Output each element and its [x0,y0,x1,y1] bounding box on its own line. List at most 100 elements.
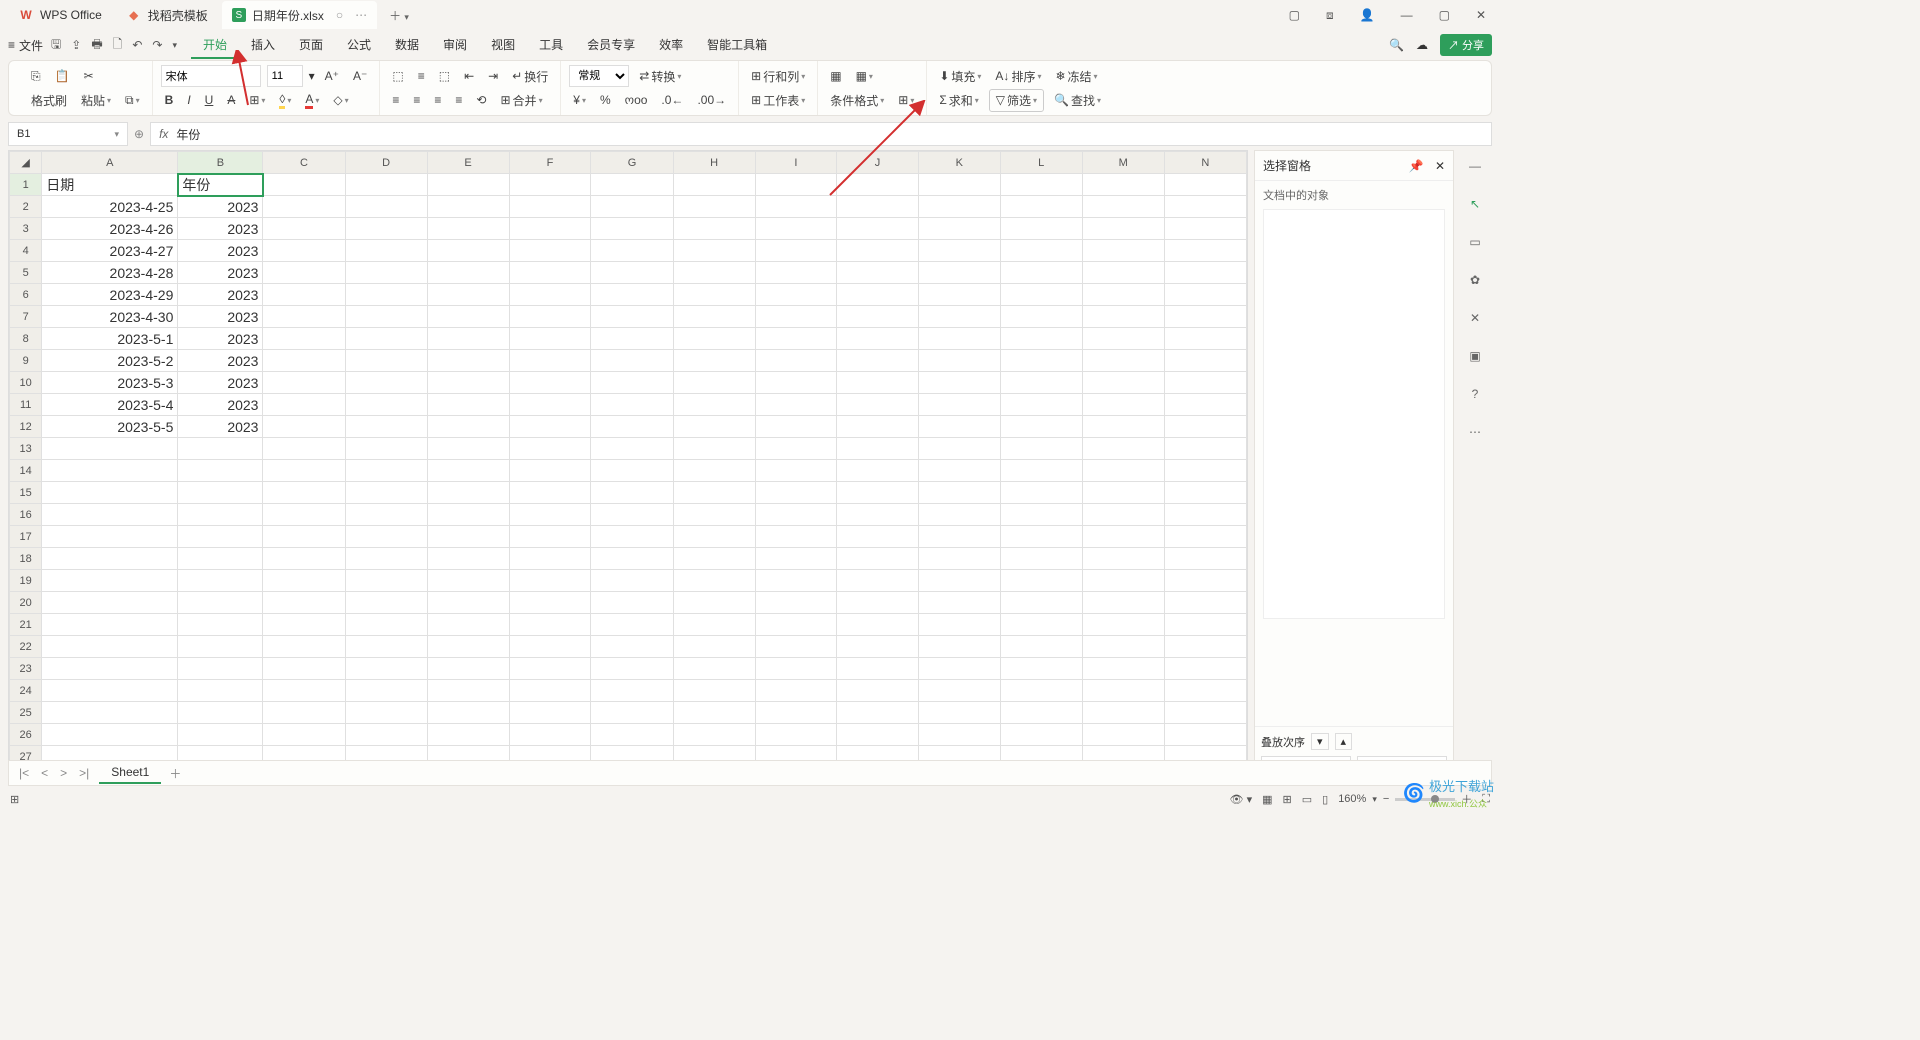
cell-D21[interactable] [345,614,427,636]
cell-M10[interactable] [1082,372,1164,394]
cell-D2[interactable] [345,196,427,218]
cell-B3[interactable]: 2023 [178,218,263,240]
print-icon[interactable]: 🖶 [91,35,102,56]
align-left-icon[interactable]: ≡ [388,91,403,109]
cell-B21[interactable] [178,614,263,636]
cell-F14[interactable] [509,460,591,482]
document-tab[interactable]: S 日期年份.xlsx ○ ⋯ [222,1,377,29]
menu-数据[interactable]: 数据 [383,32,431,59]
cell-K25[interactable] [918,702,1000,724]
cell-I1[interactable] [755,174,836,196]
cell-I10[interactable] [755,372,836,394]
sheet-last-icon[interactable]: >| [77,766,91,780]
cell-N9[interactable] [1164,350,1246,372]
row-header-7[interactable]: 7 [10,306,42,328]
cell-F6[interactable] [509,284,591,306]
cell-H13[interactable] [673,438,755,460]
cell-I21[interactable] [755,614,836,636]
font-size-input[interactable] [267,65,303,87]
cell-K18[interactable] [918,548,1000,570]
cell-D11[interactable] [345,394,427,416]
font-name-input[interactable] [161,65,261,87]
cell-M25[interactable] [1082,702,1164,724]
cell-L1[interactable] [1000,174,1082,196]
cell-C4[interactable] [263,240,345,262]
cell-D7[interactable] [345,306,427,328]
cell-I4[interactable] [755,240,836,262]
copy-icon[interactable]: ⧉▾ [121,91,144,110]
minimize-button[interactable]: — [1395,6,1419,24]
cell-E2[interactable] [427,196,509,218]
cell-C23[interactable] [263,658,345,680]
cell-B26[interactable] [178,724,263,746]
cell-L14[interactable] [1000,460,1082,482]
cell-B14[interactable] [178,460,263,482]
cell-C6[interactable] [263,284,345,306]
cell-G2[interactable] [591,196,673,218]
cell-L2[interactable] [1000,196,1082,218]
cell-B24[interactable] [178,680,263,702]
currency-icon[interactable]: ¥▾ [569,91,590,109]
cell-K26[interactable] [918,724,1000,746]
cell-H19[interactable] [673,570,755,592]
cell-E24[interactable] [427,680,509,702]
cell-K13[interactable] [918,438,1000,460]
cell-E7[interactable] [427,306,509,328]
row-header-1[interactable]: 1 [10,174,42,196]
cell-H25[interactable] [673,702,755,724]
cell-E26[interactable] [427,724,509,746]
export-icon[interactable]: ⇪ [71,38,81,52]
cell-G9[interactable] [591,350,673,372]
cell-A16[interactable] [42,504,178,526]
cell-D25[interactable] [345,702,427,724]
cell-F16[interactable] [509,504,591,526]
cell-K14[interactable] [918,460,1000,482]
move-down-icon[interactable]: ▾ [1311,733,1329,750]
cell-N6[interactable] [1164,284,1246,306]
app-tab-wps[interactable]: W WPS Office [8,1,112,29]
cell-A25[interactable] [42,702,178,724]
cell-G23[interactable] [591,658,673,680]
cell-G14[interactable] [591,460,673,482]
cell-E19[interactable] [427,570,509,592]
cell-G15[interactable] [591,482,673,504]
cell-A3[interactable]: 2023-4-26 [42,218,178,240]
align-top-icon[interactable]: ⬚ [388,67,407,85]
chevron-down-icon[interactable]: ▾ [309,69,315,83]
cell-F21[interactable] [509,614,591,636]
more-icon[interactable]: ⋯ [1465,422,1485,442]
underline-button[interactable]: U [201,91,218,109]
cell-H14[interactable] [673,460,755,482]
cell-G16[interactable] [591,504,673,526]
cell-J17[interactable] [837,526,919,548]
conditional-format-button[interactable]: 条件格式▾ [826,90,888,111]
wrap-text-button[interactable]: ↵ 换行 [508,66,552,87]
view-normal-icon[interactable]: ▦ [1262,793,1272,806]
orientation-icon[interactable]: ⟲ [472,91,490,109]
cell-I7[interactable] [755,306,836,328]
cell-M6[interactable] [1082,284,1164,306]
cell-J1[interactable] [837,174,919,196]
cell-I8[interactable] [755,328,836,350]
cell-A1[interactable]: 日期 [42,174,178,196]
cell-H8[interactable] [673,328,755,350]
cell-M23[interactable] [1082,658,1164,680]
cell-F19[interactable] [509,570,591,592]
cell-N15[interactable] [1164,482,1246,504]
row-header-2[interactable]: 2 [10,196,42,218]
cell-N10[interactable] [1164,372,1246,394]
row-header-16[interactable]: 16 [10,504,42,526]
number-format-select[interactable]: 常规 [569,65,629,87]
cell-N19[interactable] [1164,570,1246,592]
cell-D20[interactable] [345,592,427,614]
cell-L6[interactable] [1000,284,1082,306]
cell-L15[interactable] [1000,482,1082,504]
format-painter-button[interactable]: 格式刷 [27,90,71,111]
fill-color-button[interactable]: ◊▾ [275,90,295,111]
col-header-M[interactable]: M [1082,152,1164,174]
cell-G25[interactable] [591,702,673,724]
cell-D14[interactable] [345,460,427,482]
panel-icon[interactable]: ▢ [1283,6,1306,24]
formula-bar[interactable]: fx 年份 [150,122,1492,146]
cell-I19[interactable] [755,570,836,592]
